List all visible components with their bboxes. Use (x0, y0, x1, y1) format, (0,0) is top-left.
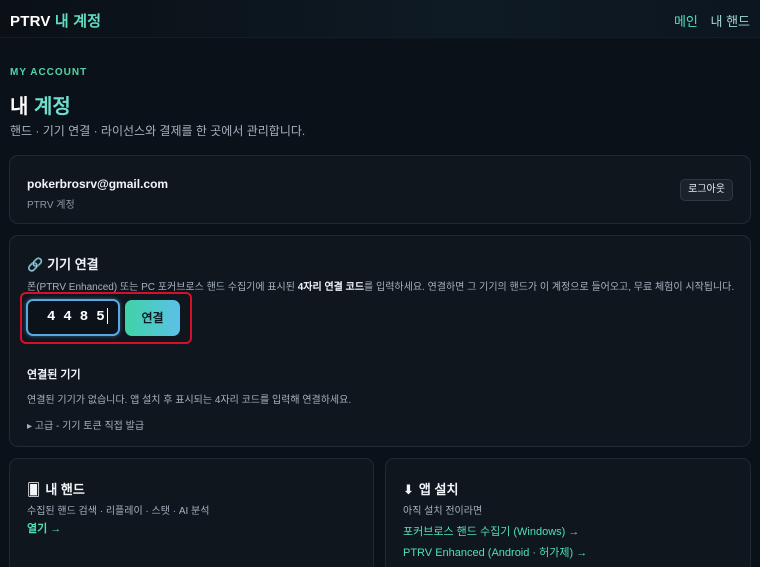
page-title-accent: 계정 (33, 96, 71, 118)
app-install-title-text: 앱 설치 (418, 482, 459, 497)
windows-collector-link[interactable]: 포커브로스 핸드 수집기 (Windows) → (403, 523, 579, 539)
account-card: pokerbrosrv@gmail.com PTRV 계정 로그아웃 (9, 155, 751, 224)
android-enhanced-link[interactable]: PTRV Enhanced (Android · 허가제) → (403, 544, 587, 560)
download-arrow-icon: ⬇ (403, 482, 414, 497)
connection-code-input[interactable]: 4485 (26, 299, 120, 336)
advanced-token-toggle[interactable]: ▸ 고급 - 기기 토큰 직접 발급 (27, 417, 144, 432)
app-install-card: ⬇ 앱 설치 아직 설치 전이라면 포커브로스 핸드 수집기 (Windows) … (385, 458, 751, 567)
section-eyebrow: MY ACCOUNT (10, 67, 88, 78)
nav-item-main[interactable]: 메인 (674, 14, 698, 29)
connect-button[interactable]: 연결 (125, 300, 180, 336)
app-install-subtitle: 아직 설치 전이라면 (403, 506, 483, 517)
app-install-title: ⬇ 앱 설치 (403, 479, 458, 498)
device-connect-instructions: 폰(PTRV Enhanced) 또는 PC 포커브로스 핸드 수집기에 표시된… (27, 278, 734, 293)
connection-code-value: 4485 (47, 309, 113, 325)
my-hands-subtitle: 수집된 핸드 검색 · 리플레이 · 스탯 · AI 분석 (27, 506, 210, 517)
no-device-message: 연결된 기기가 없습니다. 앱 설치 후 표시되는 4자리 코드를 입력해 연결… (27, 395, 352, 406)
account-email: pokerbrosrv@gmail.com (27, 177, 169, 191)
connected-devices-title: 연결된 기기 (27, 369, 81, 381)
page-title: 내 계정 (10, 90, 71, 119)
link-icon: 🔗 (27, 257, 44, 272)
nav-item-my-hands[interactable]: 내 핸드 (711, 14, 751, 29)
playing-card-icon: 🂠 (27, 482, 41, 497)
device-connect-title-text: 기기 연결 (47, 257, 99, 272)
brand-logo[interactable]: PTRV 내 계정 (10, 10, 101, 31)
open-hands-link[interactable]: 열기 → (27, 520, 61, 536)
instruction-text-bold: 4자리 연결 코드 (297, 282, 365, 293)
my-hands-card: 🂠 내 핸드 수집된 핸드 검색 · 리플레이 · 스탯 · AI 분석 열기 → (9, 458, 374, 567)
my-hands-title: 🂠 내 핸드 (27, 479, 85, 498)
page-subtitle: 핸드 · 기기 연결 · 라이선스와 결제를 한 곳에서 관리합니다. (10, 124, 306, 138)
brand-page-label: 내 계정 (54, 13, 102, 30)
account-type: PTRV 계정 (27, 200, 75, 211)
page-title-plain: 내 (10, 96, 29, 118)
instruction-text-after: 를 입력하세요. 연결하면 그 기기의 핸드가 이 계정으로 들어오고, 무료 … (364, 282, 735, 293)
main-nav: 메인 내 핸드 (665, 11, 750, 30)
device-connect-card: 🔗 기기 연결 폰(PTRV Enhanced) 또는 PC 포커브로스 핸드 수… (9, 235, 751, 447)
top-navigation-bar: PTRV 내 계정 메인 내 핸드 (0, 0, 760, 38)
text-caret (106, 308, 108, 325)
brand-name: PTRV (10, 13, 51, 30)
logout-button[interactable]: 로그아웃 (680, 179, 733, 201)
my-hands-title-text: 내 핸드 (45, 482, 85, 497)
device-connect-title: 🔗 기기 연결 (27, 254, 99, 273)
